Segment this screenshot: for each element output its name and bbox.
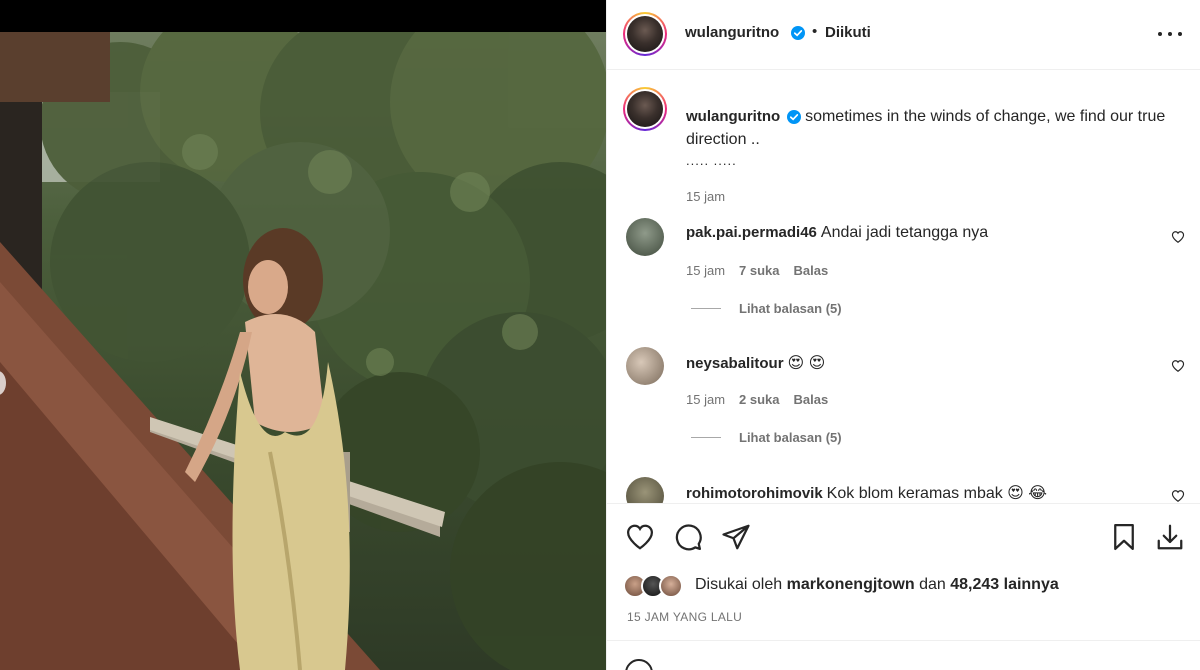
comment-time[interactable]: 15 jam xyxy=(686,263,725,278)
separator-dot: • xyxy=(812,23,818,40)
likes-prefix: Disukai oleh xyxy=(695,576,783,593)
verified-badge-icon xyxy=(786,109,801,124)
post-timestamp[interactable]: 15 JAM YANG LALU xyxy=(627,610,742,624)
verified-badge-icon xyxy=(791,25,805,40)
add-comment-bar[interactable] xyxy=(607,640,1200,670)
author-username[interactable]: wulanguritno xyxy=(685,24,779,41)
post-actions xyxy=(607,503,1200,573)
likes-user[interactable]: markonengjtown xyxy=(787,576,915,593)
heart-icon[interactable] xyxy=(625,522,655,552)
follow-status-button[interactable]: Diikuti xyxy=(825,24,871,41)
download-icon[interactable] xyxy=(1155,522,1185,552)
photo-illustration xyxy=(0,32,606,670)
likes-count[interactable]: 48,243 lainnya xyxy=(950,576,1059,593)
more-options-icon[interactable] xyxy=(1158,24,1182,44)
commenter-username[interactable]: pak.pai.permadi46 xyxy=(686,224,817,241)
comment-text: neysabalitour 😍 😍 xyxy=(686,353,825,373)
commenter-avatar[interactable] xyxy=(626,218,664,256)
emoji-icon[interactable] xyxy=(625,659,653,670)
comment-like-heart-icon[interactable] xyxy=(1171,359,1185,373)
commenter-avatar[interactable] xyxy=(626,477,664,503)
caption-extra: ..... ..... xyxy=(686,153,737,168)
reply-button[interactable]: Balas xyxy=(794,392,829,407)
comment-icon[interactable] xyxy=(673,522,703,552)
comment-text: pak.pai.permadi46 Andai jadi tetangga nya xyxy=(686,224,988,242)
caption-text: wulanguritno sometimes in the winds of c… xyxy=(686,105,1176,151)
comment-time[interactable]: 15 jam xyxy=(686,392,725,407)
comment-like-heart-icon[interactable] xyxy=(1171,230,1185,244)
likes-conjunction: dan xyxy=(919,576,946,593)
caption-time[interactable]: 15 jam xyxy=(686,189,725,204)
post-photo[interactable] xyxy=(0,32,606,670)
comment-likes[interactable]: 2 suka xyxy=(739,392,779,407)
send-icon[interactable] xyxy=(721,522,751,552)
commenter-username[interactable]: rohimotorohimovik xyxy=(686,485,823,502)
caption-username[interactable]: wulanguritno xyxy=(686,108,780,125)
commenter-username[interactable]: neysabalitour xyxy=(686,355,784,372)
author-avatar[interactable] xyxy=(623,12,667,56)
reply-button[interactable]: Balas xyxy=(794,263,829,278)
comment-meta: 15 jam 7 suka Balas xyxy=(686,263,828,278)
comment-text: rohimotorohimovik Kok blom keramas mbak 😍… xyxy=(686,483,1047,503)
likes-summary[interactable]: Disukai oleh markonengjtown dan 48,243 l… xyxy=(623,570,1059,600)
comment-meta: 15 jam 2 suka Balas xyxy=(686,392,828,407)
view-replies-button[interactable]: Lihat balasan (5) xyxy=(691,430,842,445)
commenter-avatar[interactable] xyxy=(626,347,664,385)
caption-author-avatar[interactable] xyxy=(623,87,667,131)
view-replies-label: Lihat balasan (5) xyxy=(739,301,842,316)
comment-body: Kok blom keramas mbak 😍 😂 xyxy=(826,485,1047,502)
post-header: wulanguritno • Diikuti xyxy=(607,0,1200,70)
comment-body: Andai jadi tetangga nya xyxy=(820,224,989,241)
comments-section[interactable]: wulanguritno sometimes in the winds of c… xyxy=(607,71,1200,503)
comment-body: 😍 😍 xyxy=(787,355,826,372)
post-panel: wulanguritno • Diikuti wulanguritno some… xyxy=(606,0,1200,670)
view-replies-label: Lihat balasan (5) xyxy=(739,430,842,445)
comment-likes[interactable]: 7 suka xyxy=(739,263,779,278)
liker-avatar xyxy=(659,574,683,598)
view-replies-button[interactable]: Lihat balasan (5) xyxy=(691,301,842,316)
bookmark-icon[interactable] xyxy=(1109,522,1139,552)
post-media[interactable] xyxy=(0,0,606,670)
comment-like-heart-icon[interactable] xyxy=(1171,489,1185,503)
likes-text: Disukai oleh markonengjtown dan 48,243 l… xyxy=(695,576,1059,594)
liker-avatars[interactable] xyxy=(623,572,689,598)
